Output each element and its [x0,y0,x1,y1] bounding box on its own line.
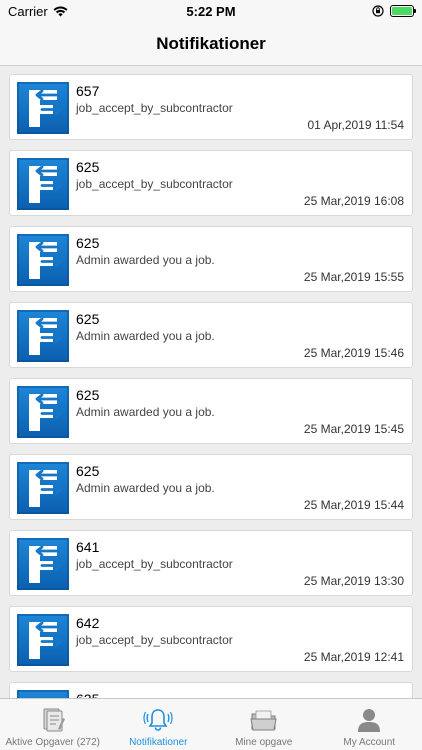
notification-date: 25 Mar,2019 15:46 [303,346,404,360]
tab-label: Mine opgave [235,737,293,748]
tab-mine-opgave[interactable]: Mine opgave [211,699,317,750]
job-number: 625 [76,463,100,479]
orientation-lock-icon [372,5,384,17]
notification-date: 25 Mar,2019 13:30 [303,574,404,588]
tab-aktive-opgaver[interactable]: Aktive Opgaver (272) [0,699,106,750]
job-number: 641 [76,539,100,555]
job-number: 625 [76,159,100,175]
notification-item[interactable]: 641 job_accept_by_subcontractor 25 Mar,2… [9,530,413,596]
job-number: 625 [76,311,100,327]
job-number: 657 [76,83,100,99]
wifi-icon [53,6,68,16]
notification-item[interactable]: 625 Admin awarded you a job. 25 Mar,2019… [9,378,413,444]
app-logo-icon [17,82,69,134]
job-number: 625 [76,235,100,251]
job-number: 625 [76,691,99,698]
page-title: Notifikationer [156,33,266,53]
notification-message: Admin awarded you a job. [76,405,215,419]
notification-date: 25 Mar,2019 12:41 [303,650,404,664]
notification-date: 25 Mar,2019 16:08 [303,194,404,208]
folder-icon [250,710,277,731]
notification-message: Admin awarded you a job. [76,481,215,495]
battery-icon [390,5,416,17]
tab-label: Notifikationer [129,737,188,748]
app-logo-icon [17,462,69,514]
carrier-label: Carrier [8,3,48,19]
status-bar: Carrier 5:22 PM [0,0,422,22]
notification-item[interactable]: 625 job_accept_by_subcontractor 25 Mar,2… [9,150,413,216]
notification-item[interactable]: 657 job_accept_by_subcontractor 01 Apr,2… [9,74,413,140]
app-logo-icon [17,690,69,698]
notification-date: 25 Mar,2019 15:55 [303,270,404,284]
tab-bar: Aktive Opgaver (272) Notifikationer Mine… [0,698,422,750]
user-icon [358,709,381,732]
tab-my-account[interactable]: My Account [317,699,422,750]
battery-level [392,7,412,15]
tab-label: Aktive Opgaver (272) [5,737,101,748]
notification-item[interactable]: 625 Admin awarded you a job. 25 Mar,2019… [9,226,413,292]
notification-item[interactable]: 642 job_accept_by_subcontractor 25 Mar,2… [9,606,413,672]
app-logo-icon [17,310,69,362]
notification-date: 01 Apr,2019 11:54 [307,118,404,132]
notification-item[interactable]: 625 Admin awarded you a job. 25 Mar,2019… [9,302,413,368]
document-icon [43,708,65,732]
notification-message: job_accept_by_subcontractor [76,633,233,647]
notification-message: Admin awarded you a job. [76,253,215,267]
job-number: 642 [76,615,100,631]
notification-item[interactable]: 625 Admin awarded you a job. 25 Mar,2019… [9,454,413,520]
app-logo-icon [17,234,69,286]
tab-notifikationer[interactable]: Notifikationer [106,699,212,750]
notification-date: 25 Mar,2019 15:45 [303,422,404,436]
notification-message: Admin awarded you a job. [76,329,215,343]
app-logo-icon [17,158,69,210]
job-number: 625 [76,387,100,403]
notification-message: job_accept_by_subcontractor [76,101,233,115]
bell-icon [143,709,173,731]
app-logo-icon [17,538,69,590]
app-logo-icon [17,386,69,438]
notification-message: job_accept_by_subcontractor [76,177,233,191]
tab-label: My Account [343,737,396,748]
notification-date: 25 Mar,2019 15:44 [303,498,404,512]
notification-list[interactable]: 657 job_accept_by_subcontractor 01 Apr,2… [0,66,422,698]
status-left: Carrier [8,4,68,19]
notification-item[interactable]: 625 [9,682,413,698]
navigation-bar: Notifikationer [0,22,422,66]
notification-message: job_accept_by_subcontractor [76,557,233,571]
app-logo-icon [17,614,69,666]
status-right [372,5,416,17]
